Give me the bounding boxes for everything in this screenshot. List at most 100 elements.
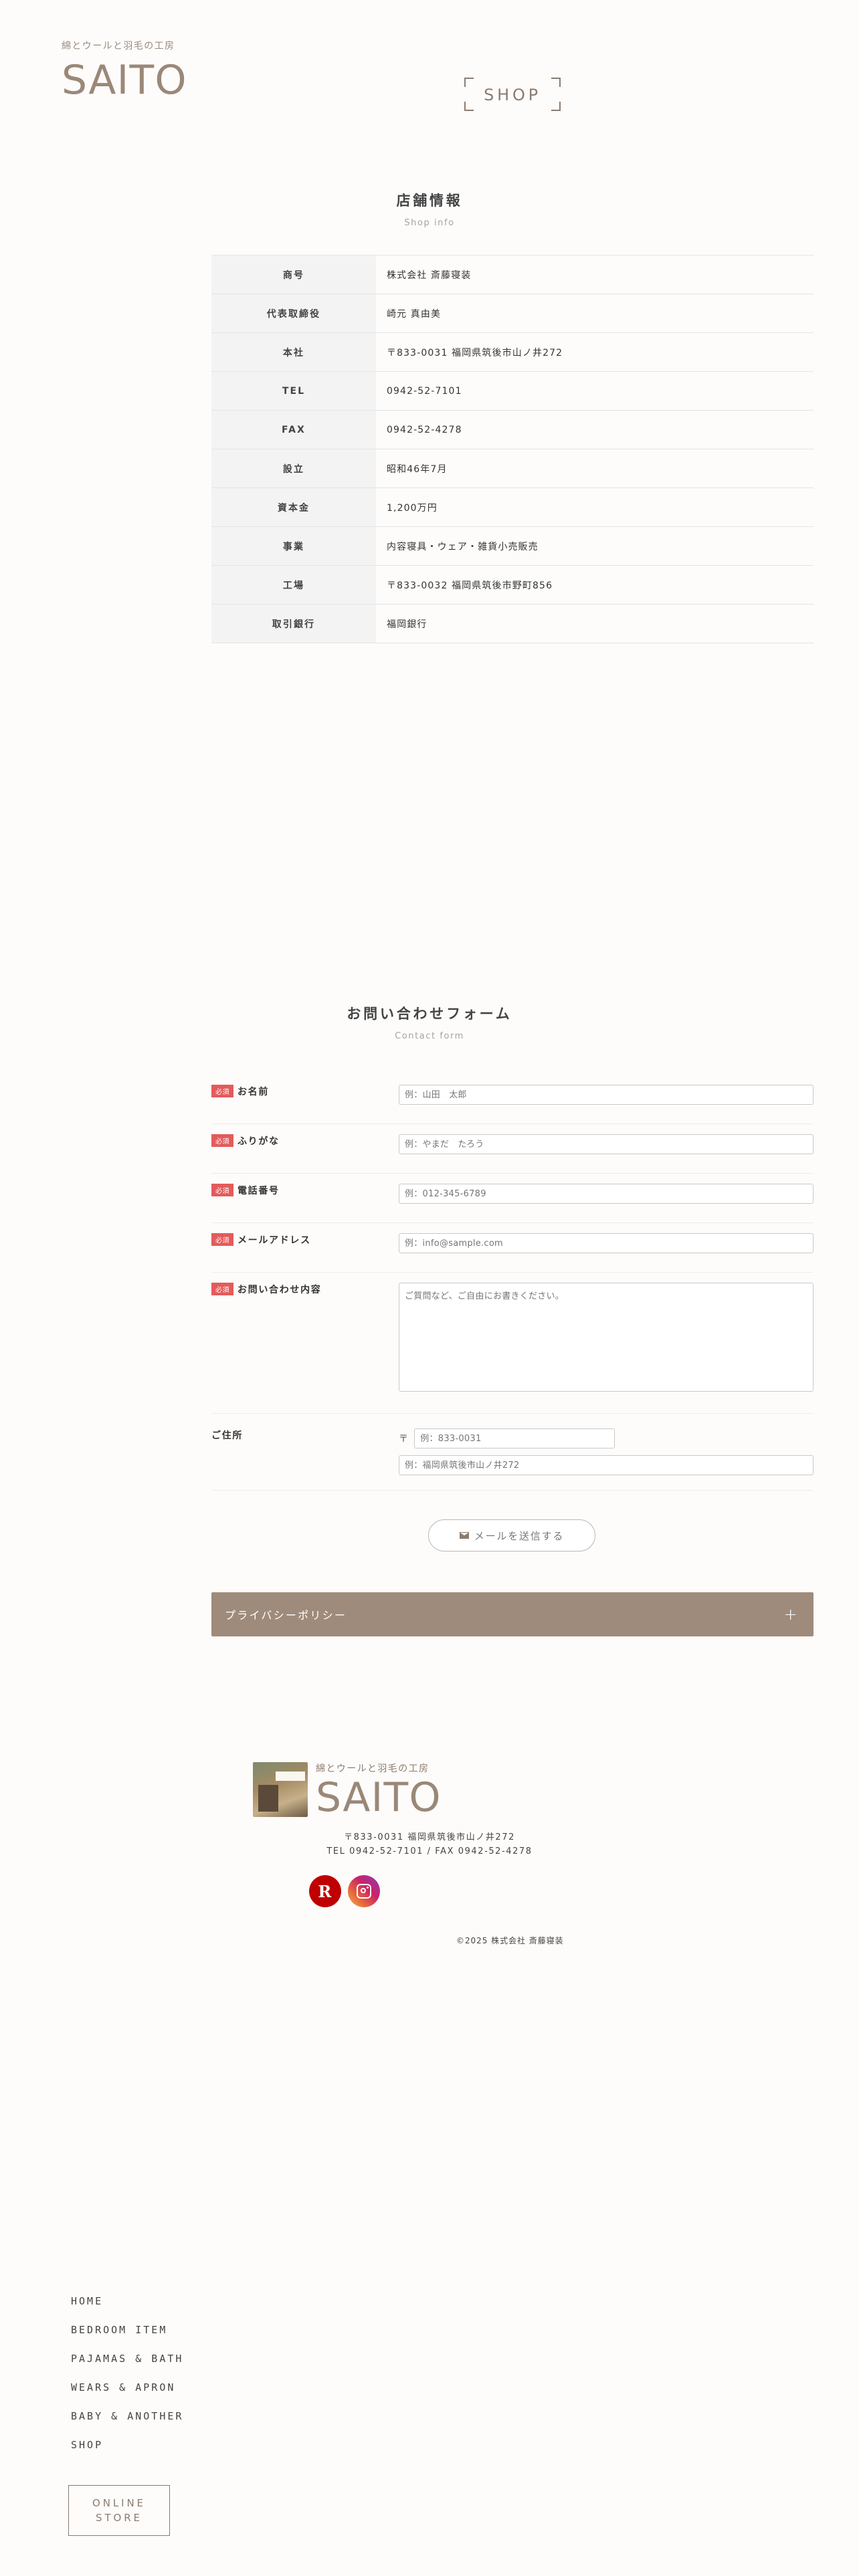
email-input[interactable] (399, 1233, 814, 1253)
contact-title: お問い合わせフォーム (347, 1006, 512, 1022)
required-badge: 必須 (211, 1134, 233, 1147)
nav-item-shop[interactable]: SHOP (71, 2439, 183, 2468)
table-key: 工場 (211, 566, 376, 604)
footer-logo[interactable]: SAITO (316, 1778, 442, 1818)
contact-heading: お問い合わせフォーム Contact form (0, 1003, 859, 1041)
address-input[interactable] (399, 1455, 814, 1475)
form-row-name: 必須 お名前 (211, 1075, 814, 1124)
shop-info-title: 店舗情報 (396, 193, 463, 209)
site-logo[interactable]: 綿とウールと羽毛の工房 SAITO (62, 39, 187, 100)
phone-label: 必須 電話番号 (211, 1184, 399, 1222)
shop-door (258, 1785, 278, 1812)
footer-tel-fax: TEL 0942-52-7101 / FAX 0942-52-4278 (326, 1846, 533, 1856)
required-badge: 必須 (211, 1283, 233, 1295)
kana-input[interactable] (399, 1134, 814, 1154)
online-store-line2: STORE (96, 2512, 142, 2524)
form-row-kana: 必須 ふりがな (211, 1124, 814, 1174)
kana-label: 必須 ふりがな (211, 1134, 399, 1173)
table-row: FAX 0942-52-4278 (211, 411, 814, 449)
page-title: SHOP (484, 86, 541, 104)
table-value: 〒833-0031 福岡県筑後市山ノ井272 (387, 347, 563, 358)
table-value: 株式会社 斎藤寝装 (387, 270, 472, 281)
form-row-email: 必須 メールアドレス (211, 1223, 814, 1273)
table-row: TEL 0942-52-7101 (211, 372, 814, 411)
table-value: 0942-52-7101 (387, 385, 462, 397)
email-label: 必須 メールアドレス (211, 1233, 399, 1272)
send-mail-button[interactable]: メールを送信する (428, 1519, 595, 1551)
table-row: 取引銀行 福岡銀行 (211, 605, 814, 643)
table-value: 昭和46年7月 (387, 463, 448, 475)
table-row: 商号 株式会社 斎藤寝装 (211, 255, 814, 294)
table-value: 1,200万円 (387, 502, 438, 514)
contact-subtitle: Contact form (395, 1031, 464, 1041)
table-key: TEL (211, 372, 376, 410)
form-row-phone: 必須 電話番号 (211, 1174, 814, 1223)
shop-photo (253, 1762, 308, 1817)
instagram-icon[interactable] (348, 1875, 380, 1907)
footer-tagline: 綿とウールと羽毛の工房 (316, 1763, 430, 1774)
table-key: 取引銀行 (211, 605, 376, 643)
table-row: 代表取締役 崎元 真由美 (211, 294, 814, 333)
nav-item-home[interactable]: HOME (71, 2295, 183, 2324)
table-key: 設立 (211, 449, 376, 488)
online-store-line1: ONLINE (92, 2496, 146, 2509)
address-label-text: ご住所 (211, 1430, 244, 1441)
nav-item-wears-apron[interactable]: WEARS & APRON (71, 2381, 183, 2410)
form-row-message: 必須 お問い合わせ内容 (211, 1273, 814, 1414)
table-key: 事業 (211, 527, 376, 565)
table-key: 資本金 (211, 488, 376, 526)
footer-address: 〒833-0031 福岡県筑後市山ノ井272 (344, 1832, 515, 1842)
envelope-icon (459, 1532, 469, 1539)
message-label-text: お問い合わせ内容 (237, 1285, 322, 1295)
form-row-address: ご住所 〒 (211, 1414, 814, 1491)
copyright: ©2025 株式会社 斎藤寝装 (456, 1936, 564, 1945)
site-logo-text: SAITO (62, 57, 187, 104)
plus-icon: + (783, 1605, 799, 1624)
nav-item-pajamas-bath[interactable]: PAJAMAS & BATH (71, 2353, 183, 2381)
name-label: 必須 お名前 (211, 1085, 399, 1123)
address-label: ご住所 (211, 1428, 399, 1490)
zip-group: 〒 (399, 1428, 814, 1448)
table-key: FAX (211, 411, 376, 449)
message-textarea[interactable] (399, 1283, 814, 1392)
nav-item-baby-another[interactable]: BABY & ANOTHER (71, 2410, 183, 2439)
name-input[interactable] (399, 1085, 814, 1105)
email-label-text: メールアドレス (237, 1235, 311, 1246)
shop-info-subtitle: Shop info (404, 218, 455, 228)
rakuten-icon[interactable]: R (309, 1875, 341, 1907)
table-row: 事業 内容寝具・ウェア・雑貨小売販売 (211, 527, 814, 566)
shop-info-table: 商号 株式会社 斎藤寝装 代表取締役 崎元 真由美 本社 〒833-0031 福岡県筑… (211, 255, 814, 643)
send-mail-label: メールを送信する (474, 1529, 565, 1542)
nav-item-bedroom-item[interactable]: BEDROOM ITEM (71, 2324, 183, 2353)
table-value: 内容寝具・ウェア・雑貨小売販売 (387, 541, 539, 552)
table-row: 工場 〒833-0032 福岡県筑後市野町856 (211, 566, 814, 605)
online-store-button[interactable]: ONLINE STORE (68, 2485, 170, 2536)
table-key: 本社 (211, 333, 376, 371)
rakuten-letter: R (318, 1881, 332, 1901)
shop-sign (276, 1772, 305, 1781)
site-tagline: 綿とウールと羽毛の工房 (62, 41, 175, 51)
table-key: 代表取締役 (211, 294, 376, 332)
required-badge: 必須 (211, 1233, 233, 1246)
table-row: 資本金 1,200万円 (211, 488, 814, 527)
table-value: 崎元 真由美 (387, 308, 442, 320)
table-value: 〒833-0032 福岡県筑後市野町856 (387, 580, 553, 591)
name-label-text: お名前 (237, 1087, 270, 1097)
shop-info-heading: 店舗情報 Shop info (0, 190, 859, 228)
privacy-policy-toggle[interactable]: プライバシーポリシー + (211, 1592, 814, 1636)
table-row: 設立 昭和46年7月 (211, 449, 814, 488)
message-label: 必須 お問い合わせ内容 (211, 1283, 399, 1413)
privacy-policy-label: プライバシーポリシー (225, 1609, 347, 1622)
required-badge: 必須 (211, 1184, 233, 1196)
required-badge: 必須 (211, 1085, 233, 1097)
table-key: 商号 (211, 255, 376, 294)
postal-mark: 〒 (399, 1434, 409, 1444)
phone-input[interactable] (399, 1184, 814, 1204)
table-value: 福岡銀行 (387, 619, 427, 630)
zip-input[interactable] (414, 1428, 615, 1448)
table-row: 本社 〒833-0031 福岡県筑後市山ノ井272 (211, 333, 814, 372)
table-value: 0942-52-4278 (387, 424, 462, 435)
side-nav: HOME BEDROOM ITEM PAJAMAS & BATH WEARS &… (71, 2295, 183, 2468)
phone-label-text: 電話番号 (237, 1186, 280, 1196)
page-title-frame: SHOP (464, 78, 561, 111)
